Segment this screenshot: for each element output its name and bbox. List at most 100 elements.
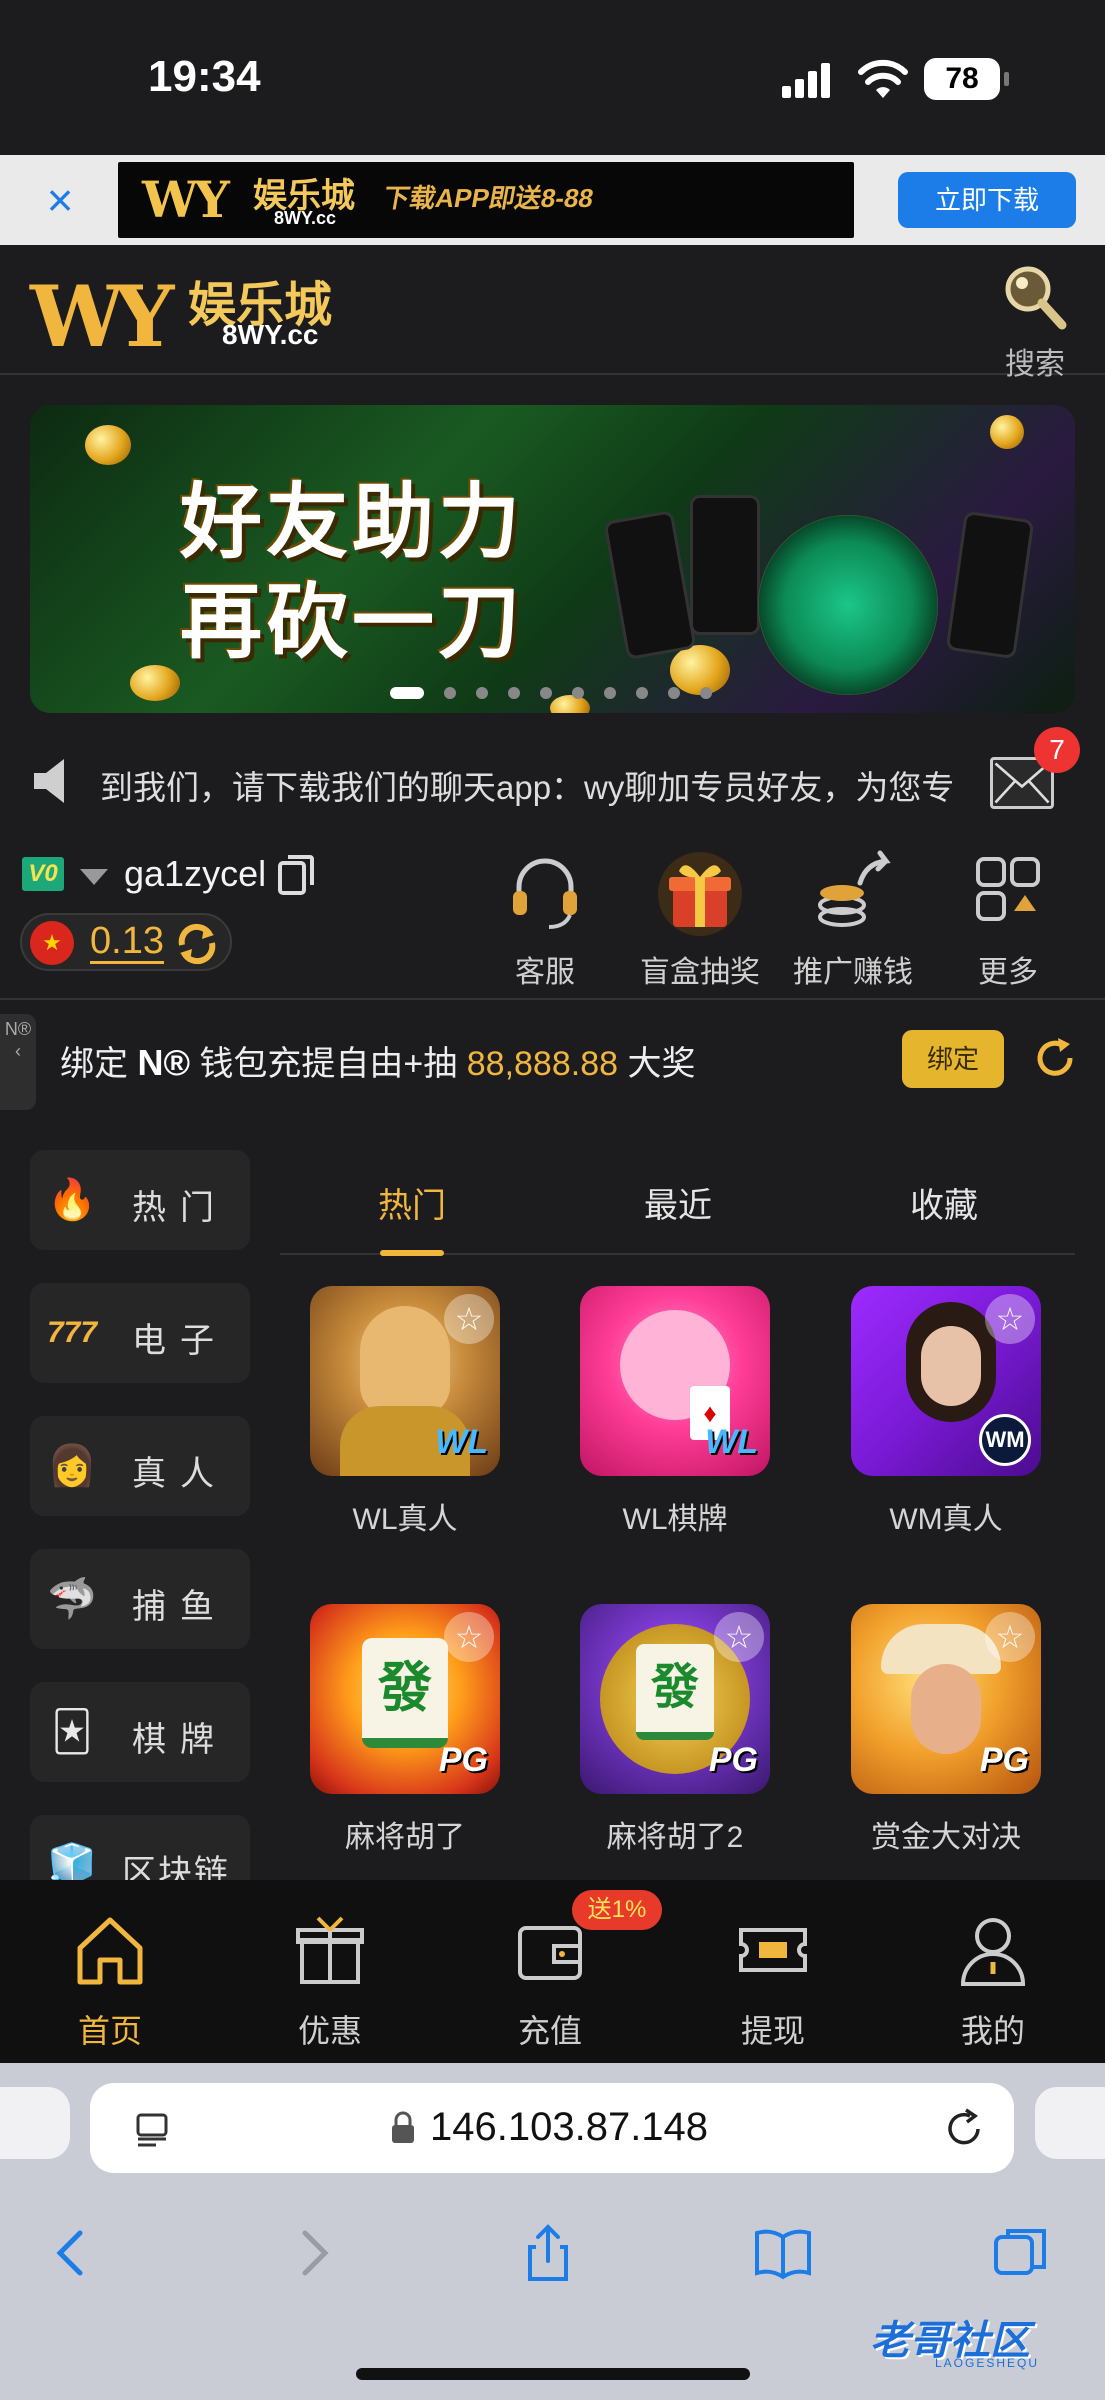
forward-icon[interactable]	[283, 2223, 343, 2283]
tab-recent[interactable]: 最近	[598, 1178, 758, 1227]
game-tile-mahjong-ways-2[interactable]: 發 PG ☆ 麻将胡了2	[580, 1604, 770, 1854]
shark-icon: 🦈	[47, 1577, 97, 1621]
category-fishing[interactable]: 🦈 捕鱼	[30, 1549, 250, 1649]
game-label: WM真人	[889, 1503, 1003, 1536]
category-label: 真人	[132, 1455, 228, 1493]
download-ad-banner[interactable]: WY 娱乐城 8WY.cc 下载APP即送8-88	[118, 162, 854, 238]
game-tile-wl-cards[interactable]: ♦ WL WL棋牌	[580, 1286, 770, 1536]
back-icon[interactable]	[42, 2223, 102, 2283]
cellular-signal-icon	[782, 63, 830, 98]
download-now-button[interactable]: 立即下载	[898, 172, 1076, 228]
category-label: 棋牌	[132, 1721, 228, 1759]
nav-profile[interactable]: 我的	[928, 1910, 1058, 2049]
coin-decoration	[550, 695, 590, 713]
blind-box-lottery-button[interactable]: 盲盒抽奖	[625, 849, 775, 989]
carousel-dot[interactable]	[540, 686, 552, 699]
bind-button[interactable]: 绑定	[902, 1030, 1004, 1088]
logo-domain: 8WY.cc	[222, 319, 319, 350]
game-label: 麻将胡了	[345, 1821, 465, 1854]
game-tile-wl-live[interactable]: WL ☆ WL真人	[310, 1286, 500, 1536]
phone-illustration	[603, 509, 697, 661]
carousel-dot[interactable]	[572, 686, 584, 699]
tab-favorites[interactable]: 收藏	[864, 1178, 1024, 1227]
category-cards[interactable]: 🃏 棋牌	[30, 1682, 250, 1782]
game-label: 麻将胡了2	[606, 1821, 744, 1854]
reload-icon[interactable]	[942, 2107, 986, 2151]
customer-service-button[interactable]: 客服	[470, 849, 620, 989]
nav-label: 提现	[740, 2013, 805, 2049]
china-flag-icon: ★	[30, 921, 74, 965]
category-live[interactable]: 👩 真人	[30, 1416, 250, 1516]
category-slots[interactable]: 777 电子	[30, 1283, 250, 1383]
favorite-star-icon[interactable]: ☆	[714, 1612, 764, 1662]
next-tab-preview[interactable]	[1035, 2087, 1105, 2159]
home-indicator[interactable]	[356, 2368, 750, 2380]
lock-icon	[392, 2111, 414, 2143]
search-button[interactable]: 搜索	[995, 261, 1075, 381]
game-tile-wm-live[interactable]: WM ☆ WM真人	[851, 1286, 1041, 1536]
phone-illustration	[690, 495, 760, 635]
bottom-nav: 首页 优惠 充值 送1% 提现 我的	[0, 1880, 1105, 2063]
copy-icon[interactable]	[278, 855, 314, 895]
nav-label: 优惠	[297, 2013, 362, 2049]
carousel-dots[interactable]	[390, 684, 732, 699]
carousel-dot[interactable]	[476, 686, 488, 699]
nav-label: 我的	[960, 2013, 1025, 2049]
tabs-icon[interactable]	[990, 2223, 1050, 2283]
marquee-text[interactable]: 到我们，请下载我们的聊天app：wy聊加专员好友，为您专	[100, 761, 980, 809]
address-bar[interactable]: 146.103.87.148	[90, 2083, 1014, 2173]
share-icon[interactable]	[518, 2223, 578, 2283]
chevron-down-icon[interactable]	[80, 869, 108, 885]
previous-tab-preview[interactable]	[0, 2087, 70, 2159]
coin-decoration	[130, 665, 180, 701]
game-label: WL棋牌	[622, 1503, 728, 1536]
close-icon[interactable]: ×	[40, 177, 80, 223]
coin-decoration	[990, 415, 1024, 449]
ad-domain: 8WY.cc	[274, 208, 337, 228]
nav-withdraw[interactable]: 提现	[708, 1910, 838, 2049]
favorite-star-icon[interactable]: ☆	[985, 1612, 1035, 1662]
qa-label: 更多	[978, 956, 1038, 989]
category-hot[interactable]: 🔥 热门	[30, 1150, 250, 1250]
bookmarks-icon[interactable]	[753, 2223, 813, 2283]
ad-brand-mark: WY	[142, 170, 230, 229]
blocks-icon: 🧊	[47, 1843, 97, 1880]
game-tile-mahjong-ways[interactable]: 發 PG ☆ 麻将胡了	[310, 1604, 500, 1854]
carousel-dot[interactable]	[636, 686, 648, 699]
carousel-dot[interactable]	[390, 686, 424, 699]
favorite-star-icon[interactable]: ☆	[444, 1294, 494, 1344]
watermark-sub: LAOGESHEQU	[935, 2356, 1040, 2370]
refresh-icon[interactable]	[1032, 1036, 1078, 1082]
game-tile-wild-bounty[interactable]: PG ☆ 赏金大对决	[851, 1604, 1041, 1854]
headset-icon	[513, 858, 577, 929]
promo-carousel[interactable]: 好友助力 再砍一刀	[30, 405, 1075, 713]
carousel-dot[interactable]	[604, 686, 616, 699]
carousel-dot[interactable]	[444, 686, 456, 699]
category-blockchain[interactable]: 🧊 区块链	[30, 1815, 250, 1880]
refresh-balance-icon[interactable]	[174, 921, 220, 967]
side-drawer-tab[interactable]: N® ‹	[0, 1014, 36, 1110]
nav-promotions[interactable]: 优惠	[265, 1910, 395, 2049]
browser-chrome: 146.103.87.148 老哥社区 LAOGESHEQU	[0, 2063, 1105, 2400]
carousel-dot[interactable]	[668, 686, 680, 699]
url-text: 146.103.87.148	[430, 2105, 709, 2149]
portrait-illustration	[360, 1306, 450, 1416]
category-label: 捕鱼	[132, 1588, 228, 1626]
gift-box-icon	[658, 852, 742, 936]
carousel-dot[interactable]	[508, 686, 520, 699]
reader-icon[interactable]	[132, 2109, 172, 2149]
category-label: 电子	[132, 1322, 228, 1360]
nav-home[interactable]: 首页	[45, 1910, 175, 2049]
mahjong-tile-illustration: 發	[636, 1644, 714, 1740]
favorite-star-icon[interactable]: ☆	[985, 1294, 1035, 1344]
fire-icon: 🔥	[47, 1178, 97, 1222]
logo-mark[interactable]: WY	[30, 267, 174, 366]
bind-wallet-text: 绑定 N® 钱包充提自由+抽 88,888.88 大奖	[60, 1036, 695, 1085]
more-button[interactable]: 更多	[933, 849, 1083, 989]
favorite-star-icon[interactable]: ☆	[444, 1612, 494, 1662]
tab-hot[interactable]: 热门	[332, 1178, 492, 1256]
provider-logo: WL	[705, 1423, 758, 1461]
balance-amount: 0.13	[90, 920, 164, 964]
promote-earn-button[interactable]: 推广赚钱	[778, 849, 928, 989]
carousel-dot[interactable]	[700, 686, 712, 699]
